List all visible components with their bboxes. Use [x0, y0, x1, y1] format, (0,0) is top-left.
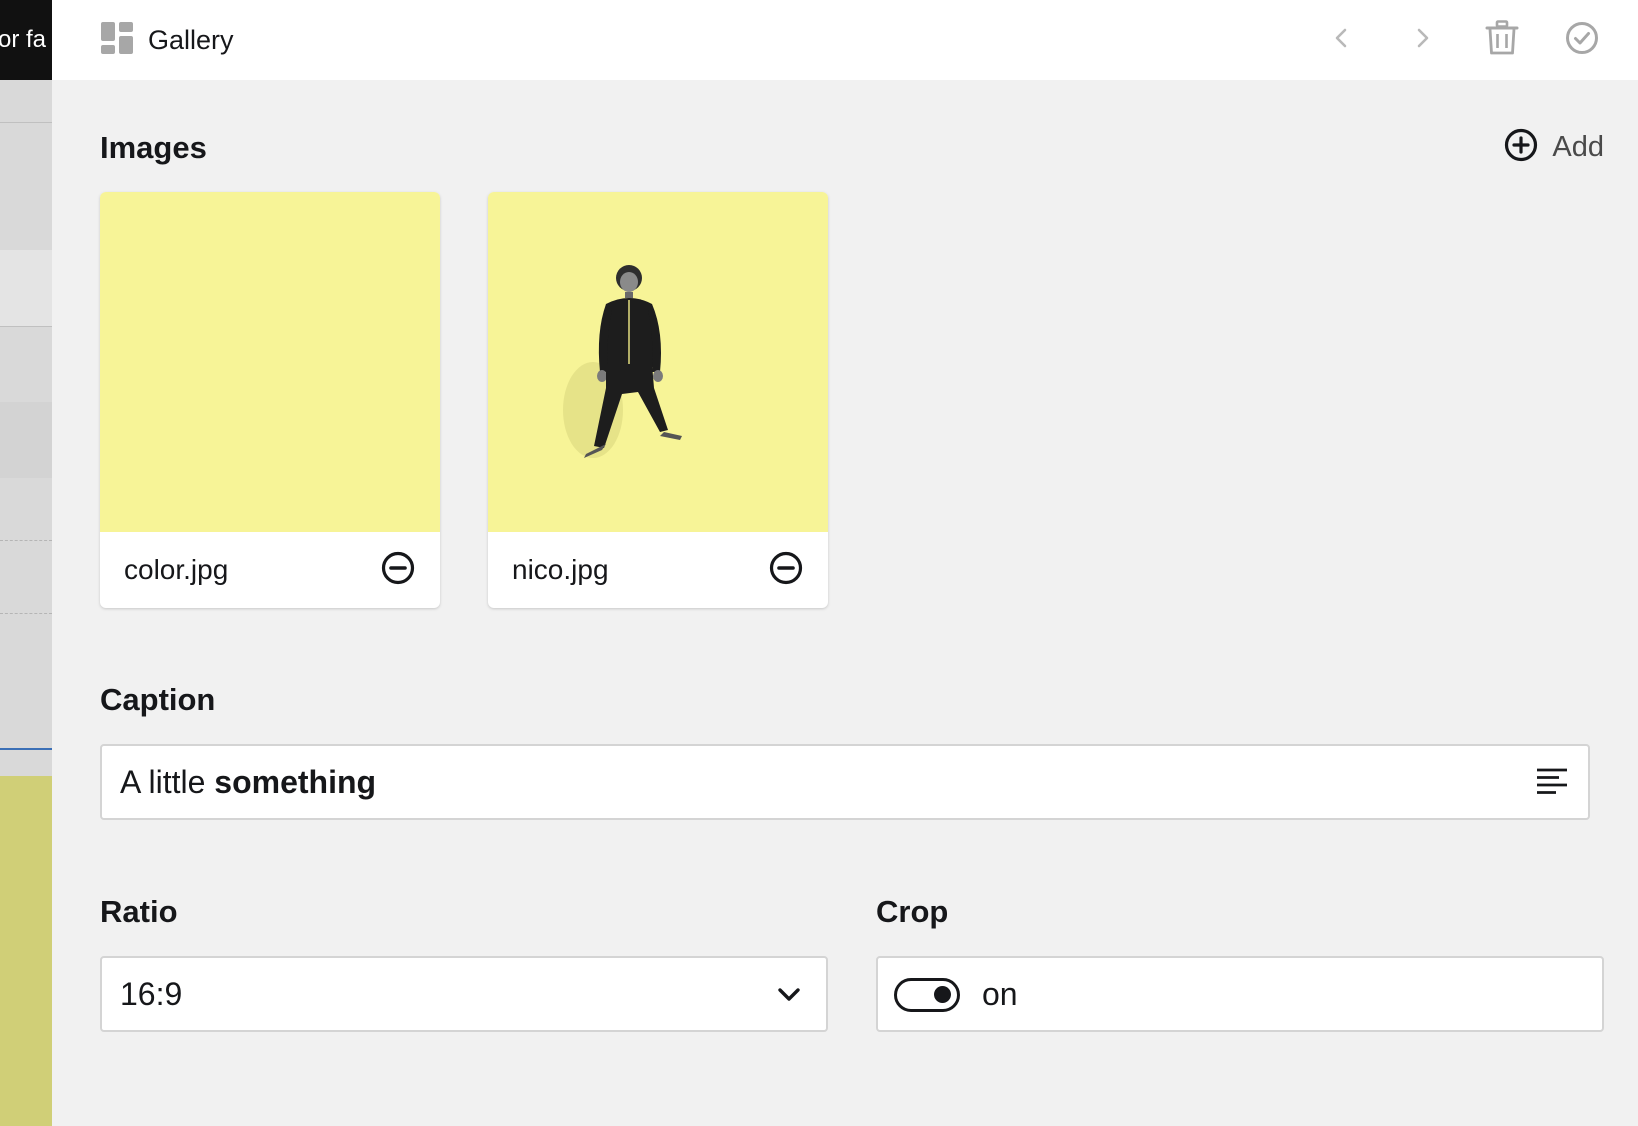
background-row [0, 402, 52, 478]
remove-image-button[interactable] [764, 548, 808, 592]
person-photo [563, 265, 682, 458]
images-label: Images [100, 130, 207, 165]
background-topbar-text: or fa [0, 26, 47, 53]
caption-label: Caption [100, 682, 216, 717]
chevron-left-icon [1329, 25, 1355, 56]
crop-toggle-text: on [982, 976, 1018, 1012]
caption-text-plain: A little [120, 764, 215, 800]
chevron-down-icon [774, 980, 804, 1010]
confirm-button[interactable] [1542, 0, 1622, 80]
drawer-title-text: Gallery [148, 24, 234, 55]
crop-label: Crop [876, 894, 949, 929]
plus-circle-icon [1504, 128, 1538, 167]
add-label: Add [1552, 131, 1604, 163]
image-card[interactable]: color.jpg [100, 192, 440, 608]
gallery-drawer: Gallery Images Add color.jpg nico.jpg Ca… [52, 0, 1638, 1126]
chevron-right-icon [1409, 25, 1435, 56]
image-thumbnail[interactable] [100, 192, 440, 532]
caption-input[interactable]: A little something [120, 746, 376, 818]
prev-button[interactable] [1302, 0, 1382, 80]
trash-icon [1485, 19, 1519, 61]
background-yellow-block [0, 776, 52, 1126]
background-topbar: or fa [0, 0, 52, 80]
background-divider [0, 122, 52, 123]
ratio-select[interactable]: 16:9 [100, 956, 828, 1032]
crop-toggle[interactable] [894, 978, 960, 1012]
background-dashed-line [0, 613, 52, 614]
drawer-title: Gallery [100, 0, 234, 80]
grid-blocks-icon [100, 21, 134, 60]
minus-circle-icon [769, 551, 803, 590]
drawer-header: Gallery [52, 0, 1638, 80]
image-thumbnail[interactable] [488, 192, 828, 532]
check-circle-icon [1565, 21, 1599, 60]
ratio-label: Ratio [100, 894, 178, 929]
background-row [0, 250, 52, 326]
delete-button[interactable] [1462, 0, 1542, 80]
background-focus-line [0, 748, 52, 750]
image-filename: color.jpg [124, 554, 229, 585]
add-image-button[interactable]: Add [1504, 128, 1604, 167]
image-filename: nico.jpg [512, 554, 609, 585]
remove-image-button[interactable] [376, 548, 420, 592]
background-page: or fa [0, 0, 52, 1126]
caption-text-bold: something [214, 764, 377, 800]
background-divider [0, 326, 52, 327]
toggle-knob [934, 986, 951, 1003]
next-button[interactable] [1382, 0, 1462, 80]
image-card[interactable]: nico.jpg [488, 192, 828, 608]
ratio-value: 16:9 [120, 976, 183, 1012]
drawer-actions [1302, 0, 1622, 80]
minus-circle-icon [381, 551, 415, 590]
background-dashed-line [0, 540, 52, 541]
crop-field[interactable]: on [876, 956, 1604, 1032]
caption-field[interactable]: A little something [100, 744, 1590, 820]
text-align-left-icon[interactable] [1534, 764, 1570, 800]
